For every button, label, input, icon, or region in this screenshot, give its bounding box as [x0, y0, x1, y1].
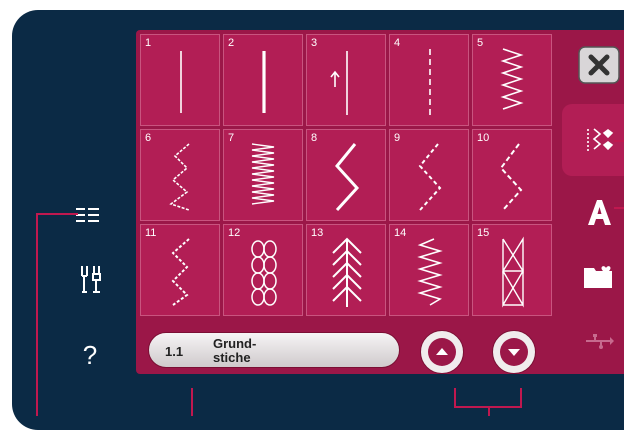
category-number: 1.1 — [165, 344, 184, 359]
stitch-cell[interactable]: 11 — [140, 224, 220, 316]
category-name: Grund- stiche — [213, 336, 257, 365]
callout-line — [454, 388, 456, 408]
panel-bottom-bar: 1.1 Grund- stiche — [136, 320, 560, 374]
stitch-cell[interactable]: 14 — [389, 224, 469, 316]
stitch-cell[interactable]: 8 — [306, 129, 386, 221]
scroll-down-icon — [500, 338, 528, 366]
callout-line — [614, 140, 624, 142]
callout-line — [191, 388, 193, 416]
tab-usb-menu — [562, 316, 624, 366]
help-icon[interactable]: ? — [78, 340, 102, 370]
close-icon — [578, 46, 620, 84]
callout-line — [36, 213, 38, 416]
tools-icon[interactable] — [78, 264, 102, 296]
callout-line — [36, 213, 78, 215]
menu-list-icon[interactable] — [76, 206, 100, 226]
stitch-cell[interactable]: 5 — [472, 34, 552, 126]
category-button[interactable]: 1.1 Grund- stiche — [148, 332, 400, 368]
stitch-cell[interactable]: 9 — [389, 129, 469, 221]
stitch-cell[interactable]: 6 — [140, 129, 220, 221]
callout-line — [614, 207, 624, 209]
scroll-down-button[interactable] — [492, 330, 536, 374]
stitch-menu-icon — [587, 128, 614, 151]
callout-line — [520, 388, 522, 408]
stitch-cell[interactable]: 12 — [223, 224, 303, 316]
stitch-cell[interactable]: 7 — [223, 129, 303, 221]
side-tab-bar — [556, 30, 624, 374]
stitch-cell[interactable]: 4 — [389, 34, 469, 126]
usb-icon — [586, 334, 614, 349]
letter-a-icon — [588, 200, 611, 225]
close-button[interactable] — [562, 30, 624, 100]
scroll-up-icon — [428, 338, 456, 366]
tab-personal-menu[interactable] — [562, 240, 624, 312]
callout-line — [488, 406, 490, 416]
stitch-cell[interactable]: 3 — [306, 34, 386, 126]
stitch-cell[interactable]: 1 — [140, 34, 220, 126]
stitch-cell[interactable]: 10 — [472, 129, 552, 221]
stitch-panel: 1 2 3 4 5 6 7 8 9 10 11 12 13 14 15 1.1 … — [136, 30, 560, 374]
tab-font-menu[interactable] — [562, 176, 624, 248]
folder-heart-icon — [584, 266, 612, 288]
stitch-cell[interactable]: 2 — [223, 34, 303, 126]
stitch-cell[interactable]: 15 — [472, 224, 552, 316]
scroll-up-button[interactable] — [420, 330, 464, 374]
stitch-grid: 1 2 3 4 5 6 7 8 9 10 11 12 13 14 15 — [140, 34, 552, 316]
stitch-cell[interactable]: 13 — [306, 224, 386, 316]
